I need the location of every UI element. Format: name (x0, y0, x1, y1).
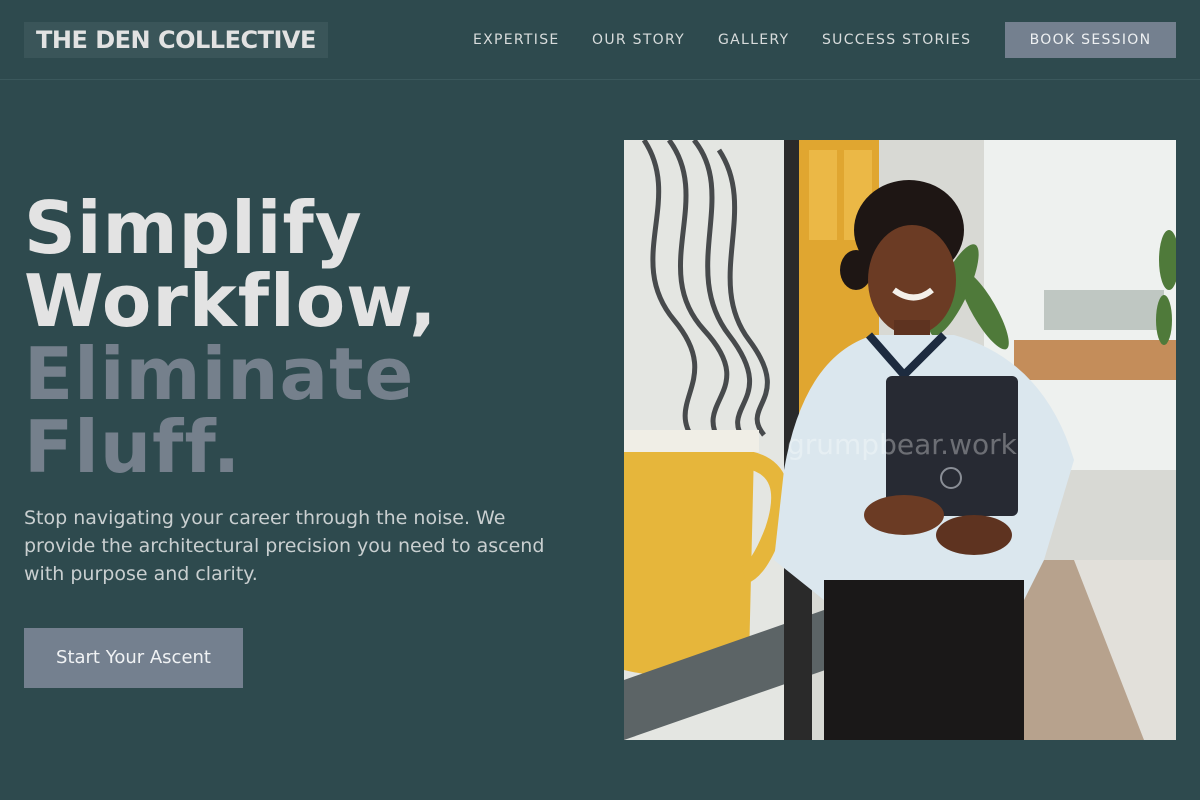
hero-headline: Simplify Workflow, Eliminate Fluff. (24, 192, 584, 484)
nav-link-success-stories[interactable]: SUCCESS STORIES (822, 30, 971, 50)
nav-link-gallery[interactable]: GALLERY (718, 30, 789, 50)
image-watermark: grumpbear.work (787, 428, 1017, 461)
start-ascent-button[interactable]: Start Your Ascent (24, 628, 243, 688)
headline-line-4: Fluff. (24, 405, 242, 489)
headline-line-3: Eliminate (24, 332, 415, 416)
nav-link-our-story[interactable]: OUR STORY (592, 30, 685, 50)
site-header: THE DEN COLLECTIVE EXPERTISE OUR STORY G… (0, 0, 1200, 80)
logo[interactable]: THE DEN COLLECTIVE (24, 22, 328, 58)
headline-line-1: Simplify (24, 186, 363, 270)
book-session-button[interactable]: BOOK SESSION (1005, 22, 1176, 58)
nav-link-expertise[interactable]: EXPERTISE (473, 30, 560, 50)
headline-line-2: Workflow, (24, 259, 438, 343)
hero-subtext: Stop navigating your career through the … (24, 507, 545, 585)
